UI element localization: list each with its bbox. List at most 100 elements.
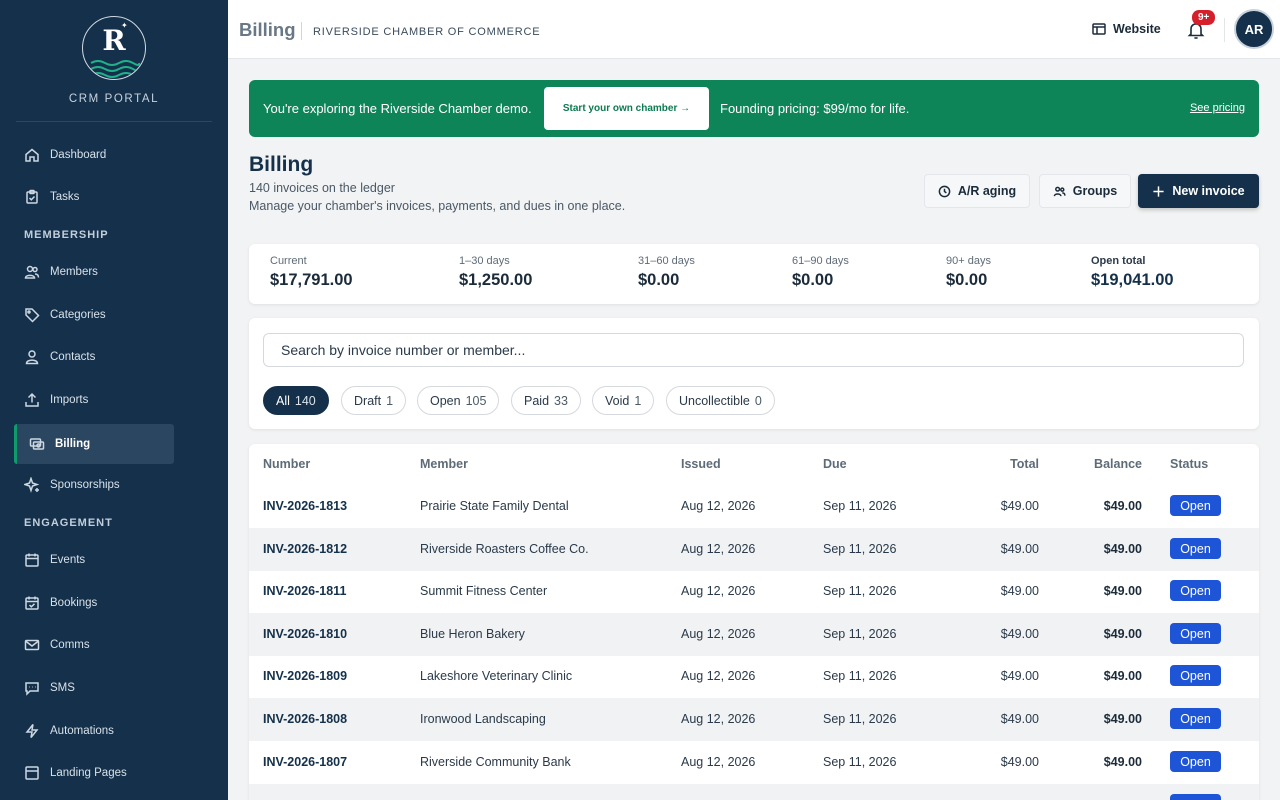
- member-name: Lakeshore Veterinary Clinic: [420, 669, 573, 683]
- table-row[interactable]: INV-2026-1812 Riverside Roasters Coffee …: [249, 528, 1259, 571]
- aging-31-60: 31–60 days $0.00: [638, 255, 695, 290]
- sidebar-item-label: Automations: [50, 725, 114, 737]
- invoice-count: 140 invoices on the ledger: [249, 181, 395, 195]
- column-header-balance[interactable]: Balance: [1094, 457, 1142, 471]
- groups-label: Groups: [1072, 184, 1118, 198]
- due-date: Sep 11, 2026: [823, 542, 897, 556]
- sidebar-item-sms[interactable]: SMS: [14, 668, 174, 708]
- sidebar-item-label: Categories: [50, 309, 106, 321]
- issued-date: Aug 12, 2026: [681, 499, 756, 513]
- chip-label: Paid: [524, 393, 550, 408]
- sidebar-divider: [16, 121, 212, 122]
- status-badge: Open: [1170, 580, 1221, 601]
- new-invoice-button[interactable]: New invoice: [1138, 174, 1259, 208]
- invoice-number[interactable]: INV-2026-1813: [263, 499, 347, 513]
- aging-value: $0.00: [638, 271, 680, 289]
- filter-chip-all[interactable]: All 140: [263, 386, 329, 415]
- sidebar-item-label: Landing Pages: [50, 767, 127, 779]
- status-badge: [1170, 794, 1221, 800]
- chip-count: 1: [386, 393, 394, 408]
- column-header-member[interactable]: Member: [420, 457, 468, 471]
- website-link[interactable]: Website: [1092, 22, 1161, 36]
- invoice-number[interactable]: INV-2026-1812: [263, 542, 347, 556]
- invoice-number[interactable]: INV-2026-1810: [263, 627, 347, 641]
- filter-chip-paid[interactable]: Paid 33: [511, 386, 581, 415]
- aging-summary: Current $17,791.00 1–30 days $1,250.00 3…: [249, 244, 1259, 304]
- aging-value: $19,041.00: [1091, 271, 1174, 289]
- invoice-total: $49.00: [1000, 584, 1039, 598]
- see-pricing-link[interactable]: See pricing: [1190, 102, 1245, 114]
- sidebar-item-label: Bookings: [50, 597, 98, 609]
- table-row[interactable]: INV-2026-1807 Riverside Community Bank A…: [249, 741, 1259, 784]
- filter-chip-void[interactable]: Void 1: [592, 386, 655, 415]
- sidebar-item-bookings[interactable]: Bookings: [14, 583, 174, 623]
- filter-chip-uncollectible[interactable]: Uncollectible 0: [666, 386, 775, 415]
- invoice-balance: $49.00: [1103, 755, 1142, 769]
- upload-icon: [25, 392, 39, 407]
- sidebar-item-landing-pages[interactable]: Landing Pages: [14, 753, 174, 793]
- header-title: Billing: [239, 19, 296, 40]
- column-header-total[interactable]: Total: [1010, 457, 1039, 471]
- sidebar-item-automations[interactable]: Automations: [14, 711, 174, 751]
- invoice-number[interactable]: INV-2026-1807: [263, 755, 347, 769]
- member-name: Blue Heron Bakery: [420, 627, 525, 641]
- table-row[interactable]: [249, 784, 1259, 800]
- invoice-number[interactable]: INV-2026-1809: [263, 669, 347, 683]
- table-row[interactable]: INV-2026-1813 Prairie State Family Denta…: [249, 485, 1259, 528]
- avatar[interactable]: AR: [1234, 9, 1274, 49]
- column-header-issued[interactable]: Issued: [681, 457, 721, 471]
- sidebar-item-categories[interactable]: Categories: [14, 295, 174, 335]
- sidebar-item-imports[interactable]: Imports: [14, 380, 174, 420]
- status-badge: Open: [1170, 538, 1221, 559]
- sidebar-item-members[interactable]: Members: [14, 252, 174, 292]
- calendar-icon: [25, 553, 39, 567]
- banner-text: You're exploring the Riverside Chamber d…: [263, 101, 532, 116]
- column-header-number[interactable]: Number: [263, 457, 310, 471]
- invoice-balance: $49.00: [1103, 542, 1142, 556]
- sidebar-item-events[interactable]: Events: [14, 540, 174, 580]
- sidebar-item-dashboard[interactable]: Dashboard: [14, 135, 174, 175]
- filter-panel: All 140 Draft 1 Open 105 Paid 33 Void 1 Uncol…: [249, 318, 1259, 429]
- invoice-number[interactable]: INV-2026-1811: [263, 584, 346, 598]
- section-membership: MEMBERSHIP: [24, 229, 109, 241]
- invoice-total: $49.00: [1000, 755, 1039, 769]
- sidebar-item-sponsorships[interactable]: Sponsorships: [14, 465, 174, 505]
- user-icon: [25, 350, 39, 365]
- users-icon: [24, 265, 40, 279]
- logo-letter: R: [102, 24, 126, 57]
- column-header-status[interactable]: Status: [1170, 457, 1208, 471]
- table-row[interactable]: INV-2026-1810 Blue Heron Bakery Aug 12, …: [249, 613, 1259, 656]
- invoice-number[interactable]: INV-2026-1808: [263, 712, 347, 726]
- groups-button[interactable]: Groups: [1039, 174, 1131, 208]
- chamber-logo[interactable]: ✦ R: [82, 16, 146, 80]
- chip-count: 105: [465, 393, 487, 408]
- aging-label: 90+ days: [946, 255, 991, 267]
- table-row[interactable]: INV-2026-1809 Lakeshore Veterinary Clini…: [249, 655, 1259, 698]
- billing-cards-icon: [29, 438, 45, 450]
- due-date: Sep 11, 2026: [823, 584, 897, 598]
- mail-icon: [24, 639, 40, 651]
- chip-count: 33: [554, 393, 568, 408]
- ar-aging-button[interactable]: A/R aging: [924, 174, 1030, 208]
- sidebar-item-comms[interactable]: Comms: [14, 625, 174, 665]
- sidebar-item-contacts[interactable]: Contacts: [14, 337, 174, 377]
- filter-chip-open[interactable]: Open 105: [417, 386, 500, 415]
- table-row[interactable]: INV-2026-1808 Ironwood Landscaping Aug 1…: [249, 698, 1259, 741]
- sidebar-item-tasks[interactable]: Tasks: [14, 177, 174, 217]
- issued-date: Aug 12, 2026: [681, 627, 756, 641]
- column-header-due[interactable]: Due: [823, 457, 847, 471]
- search-input[interactable]: [263, 333, 1244, 367]
- start-chamber-button[interactable]: Start your own chamber →: [544, 87, 709, 130]
- member-name: Riverside Community Bank: [420, 755, 571, 769]
- table-row[interactable]: INV-2026-1811 Summit Fitness Center Aug …: [249, 570, 1259, 613]
- chip-count: 0: [754, 393, 762, 408]
- filter-chip-draft[interactable]: Draft 1: [341, 386, 407, 415]
- page-description: Manage your chamber's invoices, payments…: [249, 199, 626, 213]
- invoice-table: Number Member Issued Due Total Balance S…: [249, 444, 1259, 800]
- section-engagement: ENGAGEMENT: [24, 517, 113, 529]
- sidebar-item-billing[interactable]: Billing: [14, 424, 174, 464]
- header-divider: [301, 22, 302, 40]
- browser-window-icon: [1092, 23, 1106, 35]
- sidebar-item-label: SMS: [50, 682, 75, 694]
- aging-90-plus: 90+ days $0.00: [946, 255, 991, 290]
